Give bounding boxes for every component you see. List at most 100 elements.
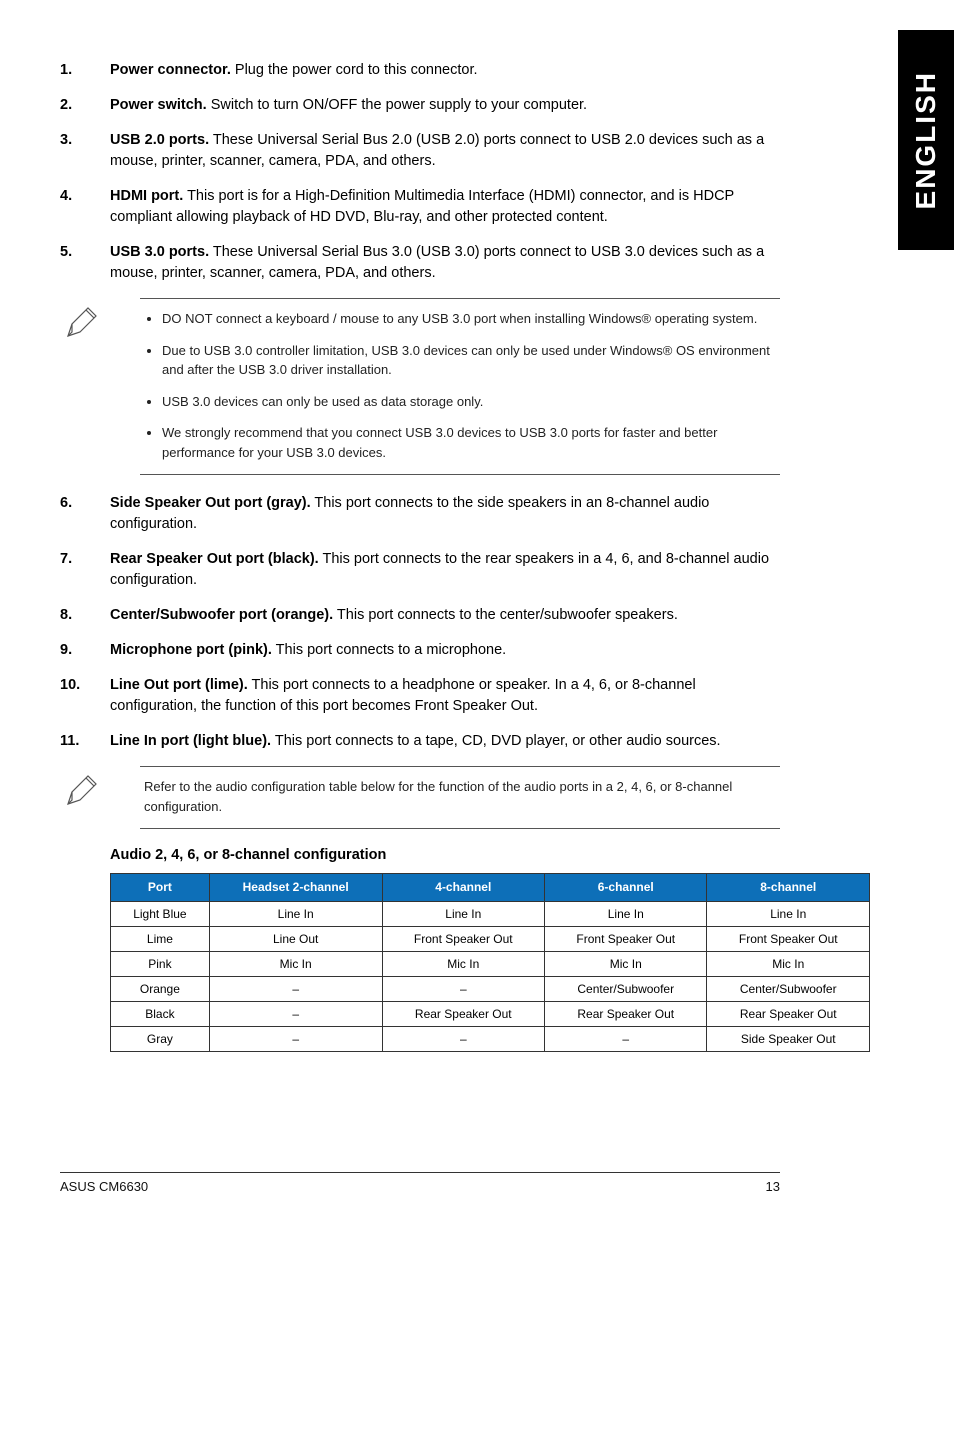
table-cell: Rear Speaker Out: [707, 1001, 870, 1026]
list-item: 6. Side Speaker Out port (gray). This po…: [60, 493, 780, 535]
note-content: DO NOT connect a keyboard / mouse to any…: [140, 298, 780, 475]
table-cell: –: [209, 1001, 382, 1026]
item-text: This port connects to a tape, CD, DVD pl…: [271, 733, 720, 749]
table-cell: –: [382, 976, 544, 1001]
footer-page-number: 13: [766, 1179, 780, 1194]
note-bullet: Due to USB 3.0 controller limitation, US…: [162, 341, 772, 380]
table-header: Port: [111, 874, 210, 901]
item-label: Power connector.: [110, 62, 231, 78]
table-cell: Mic In: [545, 951, 707, 976]
port-list-part2: 6. Side Speaker Out port (gray). This po…: [60, 493, 780, 752]
item-label: Microphone port (pink).: [110, 642, 272, 658]
table-cell: –: [382, 1026, 544, 1051]
table-cell: Rear Speaker Out: [382, 1001, 544, 1026]
table-cell: Line In: [382, 901, 544, 926]
item-text: This port connects to a microphone.: [272, 642, 506, 658]
table-cell: Gray: [111, 1026, 210, 1051]
note-block-usb3: DO NOT connect a keyboard / mouse to any…: [60, 298, 780, 475]
item-number: 11.: [60, 731, 110, 752]
item-text: Switch to turn ON/OFF the power supply t…: [207, 97, 587, 113]
item-body: Power connector. Plug the power cord to …: [110, 60, 780, 81]
table-row: Gray – – – Side Speaker Out: [111, 1026, 870, 1051]
table-cell: Side Speaker Out: [707, 1026, 870, 1051]
table-header: 6-channel: [545, 874, 707, 901]
item-text: This port connects to the center/subwoof…: [333, 607, 678, 623]
table-cell: Front Speaker Out: [545, 926, 707, 951]
table-cell: Front Speaker Out: [707, 926, 870, 951]
table-title: Audio 2, 4, 6, or 8-channel configuratio…: [110, 847, 780, 863]
table-cell: Black: [111, 1001, 210, 1026]
list-item: 2. Power switch. Switch to turn ON/OFF t…: [60, 95, 780, 116]
list-item: 8. Center/Subwoofer port (orange). This …: [60, 605, 780, 626]
table-cell: Center/Subwoofer: [707, 976, 870, 1001]
list-item: 9. Microphone port (pink). This port con…: [60, 640, 780, 661]
item-number: 4.: [60, 186, 110, 228]
table-cell: Line Out: [209, 926, 382, 951]
table-row: Black – Rear Speaker Out Rear Speaker Ou…: [111, 1001, 870, 1026]
item-label: Rear Speaker Out port (black).: [110, 551, 319, 567]
item-text: Plug the power cord to this connector.: [231, 62, 478, 78]
note-bullet: DO NOT connect a keyboard / mouse to any…: [162, 309, 772, 329]
item-number: 6.: [60, 493, 110, 535]
table-cell: Pink: [111, 951, 210, 976]
table-cell: Light Blue: [111, 901, 210, 926]
table-cell: Line In: [209, 901, 382, 926]
item-label: Center/Subwoofer port (orange).: [110, 607, 333, 623]
table-row: Orange – – Center/Subwoofer Center/Subwo…: [111, 976, 870, 1001]
table-cell: Front Speaker Out: [382, 926, 544, 951]
table-cell: Orange: [111, 976, 210, 1001]
list-item: 1. Power connector. Plug the power cord …: [60, 60, 780, 81]
item-text: These Universal Serial Bus 3.0 (USB 3.0)…: [110, 244, 764, 281]
table-cell: Line In: [707, 901, 870, 926]
table-cell: Mic In: [382, 951, 544, 976]
item-number: 1.: [60, 60, 110, 81]
table-cell: Lime: [111, 926, 210, 951]
item-body: Power switch. Switch to turn ON/OFF the …: [110, 95, 780, 116]
table-cell: –: [209, 1026, 382, 1051]
item-body: USB 2.0 ports. These Universal Serial Bu…: [110, 130, 780, 172]
item-number: 7.: [60, 549, 110, 591]
item-body: Line Out port (lime). This port connects…: [110, 675, 780, 717]
audio-config-table: Port Headset 2-channel 4-channel 6-chann…: [110, 873, 870, 1051]
item-label: USB 2.0 ports.: [110, 132, 209, 148]
item-label: HDMI port.: [110, 188, 183, 204]
page-content: 1. Power connector. Plug the power cord …: [0, 0, 870, 1224]
item-body: HDMI port. This port is for a High-Defin…: [110, 186, 780, 228]
pencil-icon: [60, 766, 140, 829]
table-cell: Mic In: [209, 951, 382, 976]
item-body: Rear Speaker Out port (black). This port…: [110, 549, 780, 591]
table-cell: –: [209, 976, 382, 1001]
item-label: Line Out port (lime).: [110, 677, 248, 693]
item-body: Microphone port (pink). This port connec…: [110, 640, 780, 661]
table-row: Lime Line Out Front Speaker Out Front Sp…: [111, 926, 870, 951]
note-bullet: We strongly recommend that you connect U…: [162, 423, 772, 462]
item-body: Side Speaker Out port (gray). This port …: [110, 493, 780, 535]
table-cell: Center/Subwoofer: [545, 976, 707, 1001]
list-item: 10. Line Out port (lime). This port conn…: [60, 675, 780, 717]
table-cell: Line In: [545, 901, 707, 926]
list-item: 7. Rear Speaker Out port (black). This p…: [60, 549, 780, 591]
item-label: Power switch.: [110, 97, 207, 113]
item-label: Side Speaker Out port (gray).: [110, 495, 311, 511]
table-header: Headset 2-channel: [209, 874, 382, 901]
list-item: 5. USB 3.0 ports. These Universal Serial…: [60, 242, 780, 284]
item-text: These Universal Serial Bus 2.0 (USB 2.0)…: [110, 132, 764, 169]
list-item: 11. Line In port (light blue). This port…: [60, 731, 780, 752]
item-number: 10.: [60, 675, 110, 717]
item-label: Line In port (light blue).: [110, 733, 271, 749]
table-cell: Mic In: [707, 951, 870, 976]
note-content: Refer to the audio configuration table b…: [140, 766, 780, 829]
item-body: Line In port (light blue). This port con…: [110, 731, 780, 752]
page-footer: ASUS CM6630 13: [60, 1172, 780, 1194]
item-number: 2.: [60, 95, 110, 116]
item-label: USB 3.0 ports.: [110, 244, 209, 260]
item-number: 9.: [60, 640, 110, 661]
item-number: 3.: [60, 130, 110, 172]
item-body: Center/Subwoofer port (orange). This por…: [110, 605, 780, 626]
item-text: This port is for a High-Definition Multi…: [110, 188, 734, 225]
footer-model: ASUS CM6630: [60, 1179, 148, 1194]
item-body: USB 3.0 ports. These Universal Serial Bu…: [110, 242, 780, 284]
note-block-audio: Refer to the audio configuration table b…: [60, 766, 780, 829]
item-number: 8.: [60, 605, 110, 626]
table-cell: Rear Speaker Out: [545, 1001, 707, 1026]
